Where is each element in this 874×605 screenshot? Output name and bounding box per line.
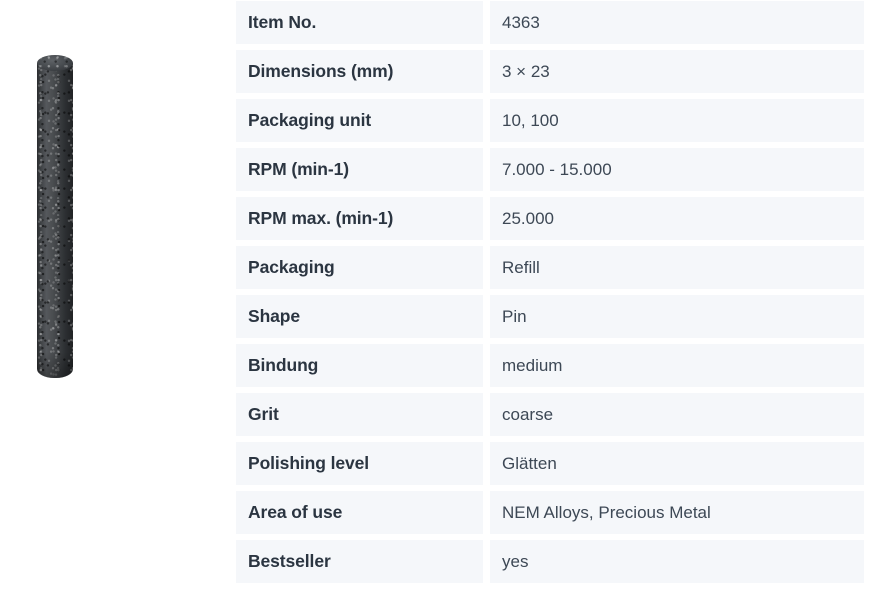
spec-label: Grit	[236, 393, 483, 436]
table-row: Shape Pin	[236, 295, 864, 338]
spec-label: Dimensions (mm)	[236, 50, 483, 93]
spec-value: 25.000	[490, 197, 864, 240]
spec-value: 10, 100	[490, 99, 864, 142]
table-row: Bestseller yes	[236, 540, 864, 583]
specification-table: Item No. 4363 Dimensions (mm) 3 × 23 Packagi…	[236, 1, 864, 589]
table-row: Dimensions (mm) 3 × 23	[236, 50, 864, 93]
spec-label: Item No.	[236, 1, 483, 44]
spec-label: Packaging	[236, 246, 483, 289]
table-row: RPM max. (min-1) 25.000	[236, 197, 864, 240]
pin-top-face	[37, 55, 73, 71]
spec-label: Area of use	[236, 491, 483, 534]
spec-label: Packaging unit	[236, 99, 483, 142]
spec-value: yes	[490, 540, 864, 583]
table-row: Bindung medium	[236, 344, 864, 387]
pin-bottom-shading	[37, 352, 73, 378]
table-row: Packaging unit 10, 100	[236, 99, 864, 142]
pin-body	[37, 63, 73, 378]
table-row: RPM (min-1) 7.000 - 15.000	[236, 148, 864, 191]
spec-value: Refill	[490, 246, 864, 289]
spec-value: coarse	[490, 393, 864, 436]
table-row: Item No. 4363	[236, 1, 864, 44]
spec-value: 3 × 23	[490, 50, 864, 93]
spec-value: Pin	[490, 295, 864, 338]
spec-label: Polishing level	[236, 442, 483, 485]
spec-label: RPM (min-1)	[236, 148, 483, 191]
table-row: Polishing level Glätten	[236, 442, 864, 485]
spec-label: Bestseller	[236, 540, 483, 583]
table-row: Grit coarse	[236, 393, 864, 436]
spec-label: RPM max. (min-1)	[236, 197, 483, 240]
spec-value: medium	[490, 344, 864, 387]
table-row: Area of use NEM Alloys, Precious Metal	[236, 491, 864, 534]
spec-value: 7.000 - 15.000	[490, 148, 864, 191]
spec-label: Bindung	[236, 344, 483, 387]
polishing-pin-image	[37, 55, 73, 378]
spec-value: 4363	[490, 1, 864, 44]
table-row: Packaging Refill	[236, 246, 864, 289]
spec-label: Shape	[236, 295, 483, 338]
spec-value: NEM Alloys, Precious Metal	[490, 491, 864, 534]
spec-value: Glätten	[490, 442, 864, 485]
product-image-panel	[0, 0, 228, 605]
